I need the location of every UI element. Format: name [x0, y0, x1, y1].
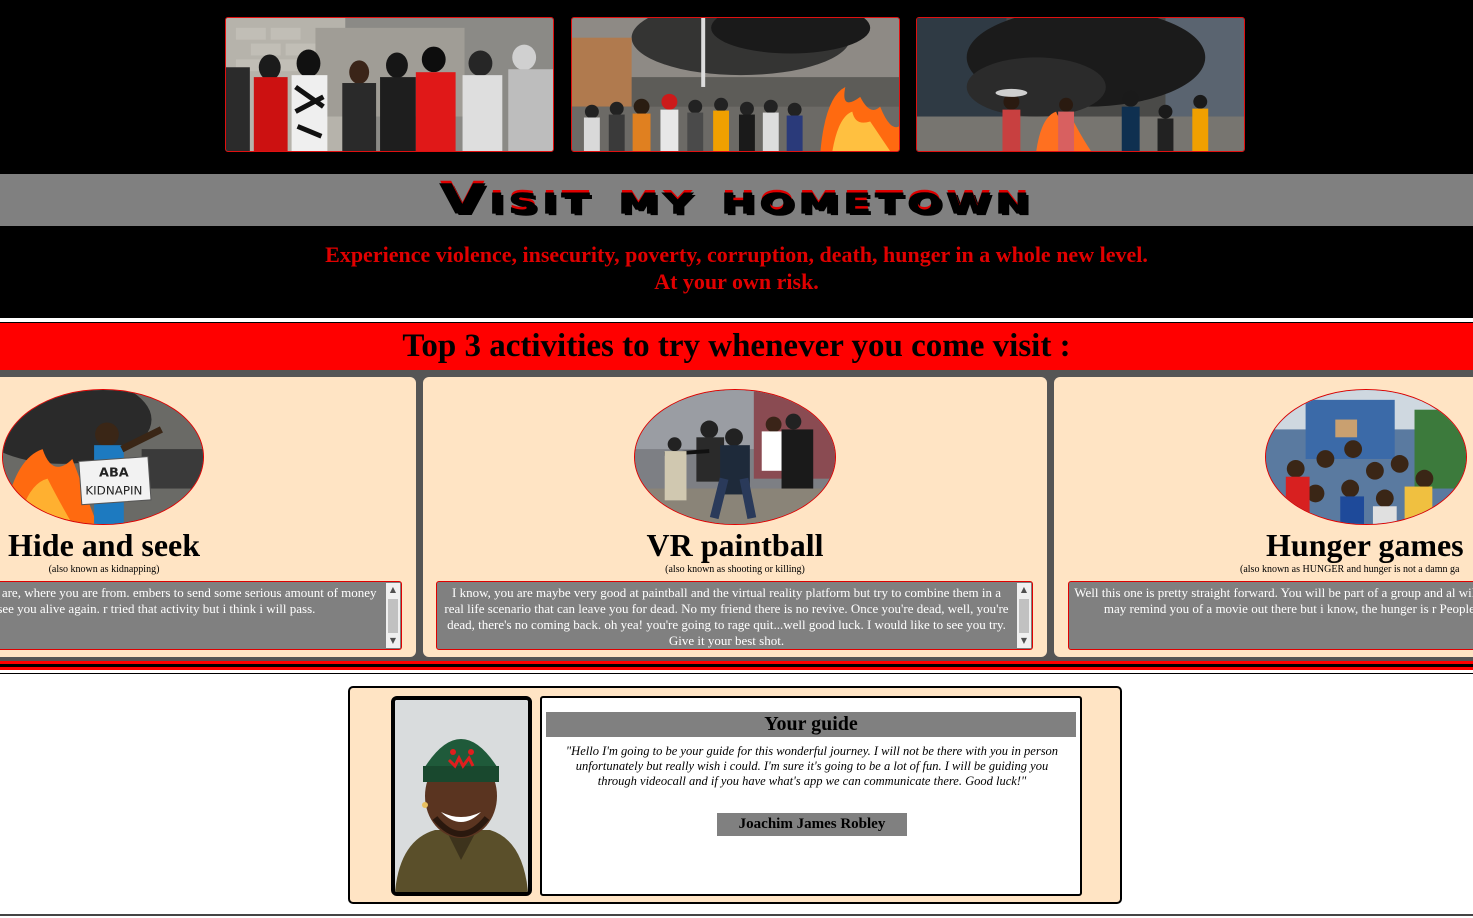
- site-title-band: Visit my hometown: [0, 172, 1473, 228]
- activities-header: Top 3 activities to try whenever you com…: [0, 322, 1473, 370]
- activity-title: Hide and seek: [7, 527, 201, 563]
- burning-street-photo: [916, 17, 1245, 152]
- activity-description-box[interactable]: I know, you are maybe very good at paint…: [436, 581, 1033, 650]
- scroll-thumb[interactable]: [1019, 599, 1029, 633]
- tagline-band: Experience violence, insecurity, poverty…: [0, 228, 1473, 318]
- activity-description: I know, you are maybe very good at paint…: [444, 585, 1009, 648]
- site-title: Visit my hometown: [439, 177, 1034, 224]
- activity-aka: (also known as shooting or killing): [665, 564, 805, 575]
- bottom-divider: [0, 914, 1473, 916]
- scrollbar[interactable]: ▲ ▼: [386, 583, 400, 648]
- scroll-down-arrow-icon[interactable]: ▼: [386, 634, 400, 648]
- activity-card-hunger-games: Hunger games (also known as HUNGER and h…: [1054, 377, 1473, 657]
- kidnapping-protest-image: ABA KIDNAPIN: [2, 389, 204, 525]
- food-crowd-image: [1265, 389, 1467, 525]
- scrollbar[interactable]: ▲ ▼: [1017, 583, 1031, 648]
- activity-description-box[interactable]: Well this one is pretty straight forward…: [1068, 581, 1473, 650]
- activities-heading: Top 3 activities to try whenever you com…: [402, 328, 1071, 364]
- sign-text-1: ABA: [99, 466, 129, 481]
- tagline-line-2: At your own risk.: [654, 269, 819, 294]
- shooting-scene-image: [634, 389, 836, 525]
- guide-section: Your guide "Hello I'm going to be your g…: [348, 686, 1122, 904]
- activity-card-hide-and-seek: ABA KIDNAPIN Hide and seek (also known a…: [0, 377, 416, 657]
- top-photo-band: [0, 0, 1473, 172]
- scroll-up-arrow-icon[interactable]: ▲: [1017, 583, 1031, 597]
- divider-stripes: [0, 661, 1473, 674]
- activity-aka: (also known as HUNGER and hunger is not …: [1240, 564, 1460, 575]
- scroll-up-arrow-icon[interactable]: ▲: [386, 583, 400, 597]
- gang-crowd-photo: [225, 17, 554, 152]
- activity-aka: (also known as kidnapping): [48, 564, 160, 575]
- scroll-down-arrow-icon[interactable]: ▼: [1017, 634, 1031, 648]
- activity-card-vr-paintball: VR paintball (also known as shooting or …: [423, 377, 1047, 657]
- guide-quote: "Hello I'm going to be your guide for th…: [565, 744, 1059, 788]
- scroll-thumb[interactable]: [388, 599, 398, 633]
- sign-text-2: KIDNAPIN: [85, 483, 142, 497]
- tagline-line-1: Experience violence, insecurity, poverty…: [325, 242, 1148, 267]
- street-fire-crowd-photo: [571, 17, 900, 152]
- activity-title: VR paintball: [646, 527, 824, 563]
- guide-info-panel: Your guide "Hello I'm going to be your g…: [540, 696, 1082, 896]
- activity-title: Hunger games: [1266, 527, 1464, 563]
- activity-description: Well this one is pretty straight forward…: [1074, 585, 1473, 616]
- guide-portrait: [391, 696, 532, 896]
- activity-description-box[interactable]: you, regardless of who you are, where yo…: [0, 581, 402, 650]
- activity-description: you, regardless of who you are, where yo…: [0, 585, 377, 616]
- guide-heading: Your guide: [546, 712, 1076, 737]
- activities-cards: ABA KIDNAPIN Hide and seek (also known a…: [0, 370, 1473, 663]
- guide-name: Joachim James Robley: [717, 813, 907, 836]
